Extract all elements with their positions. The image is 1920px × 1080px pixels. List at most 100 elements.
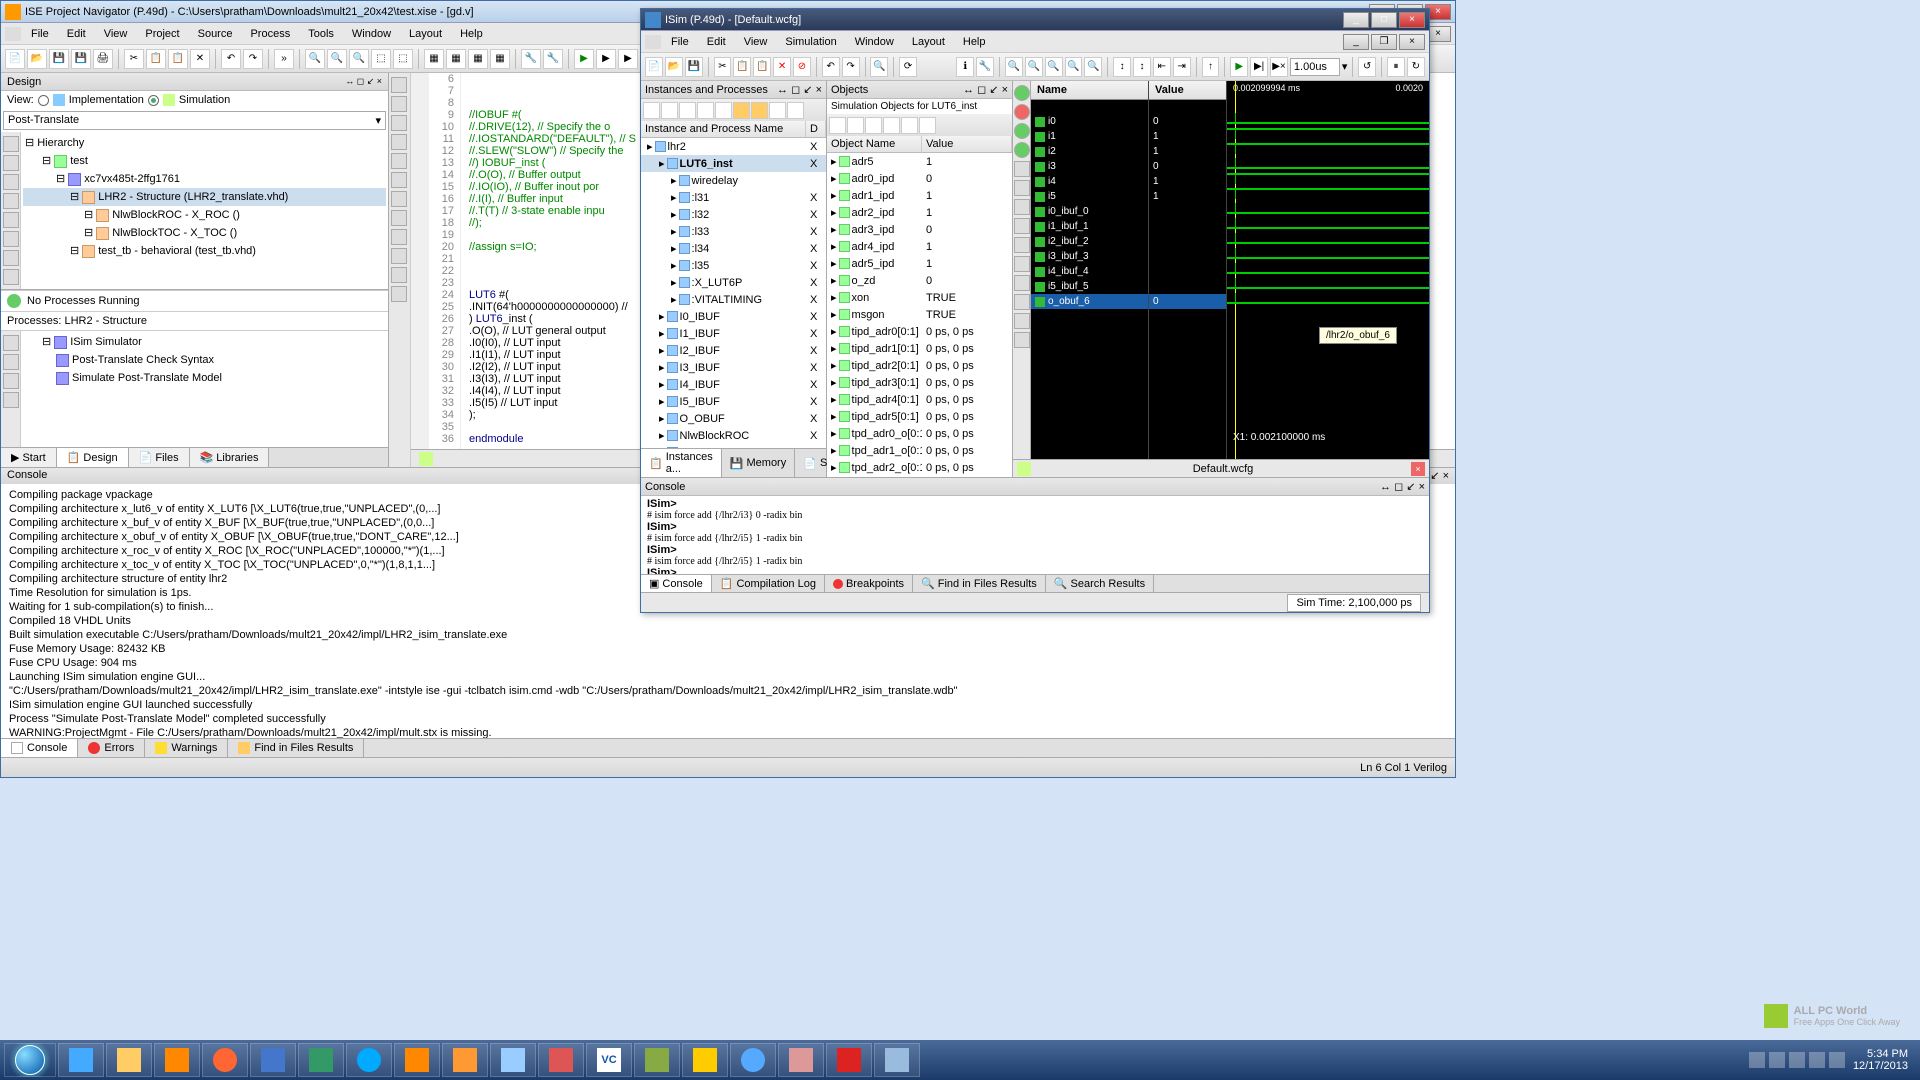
menu-view[interactable]: View xyxy=(96,26,136,42)
isim-min-button[interactable]: _ xyxy=(1343,12,1369,28)
new-button[interactable]: 📄 xyxy=(5,49,25,69)
inst-tb[interactable] xyxy=(751,102,768,119)
isim-menu-sim[interactable]: Simulation xyxy=(777,34,844,50)
isim-max-button[interactable]: □ xyxy=(1371,12,1397,28)
taskbar-app[interactable] xyxy=(442,1043,488,1077)
object-row[interactable]: ▸ tipd_adr5[0:1]0 ps, 0 ps xyxy=(827,408,1012,425)
obj-tb[interactable] xyxy=(883,117,900,134)
proc-icon[interactable] xyxy=(3,354,19,370)
isim-menu-help[interactable]: Help xyxy=(955,34,994,50)
instance-row[interactable]: ▸ wiredelay xyxy=(641,172,826,189)
instance-row[interactable]: ▸ I3_IBUFX xyxy=(641,359,826,376)
signal-name[interactable]: i5_ibuf_5 xyxy=(1031,279,1148,294)
inst-tb[interactable] xyxy=(679,102,696,119)
start-button[interactable] xyxy=(4,1043,56,1077)
taskbar-app[interactable] xyxy=(490,1043,536,1077)
tb-zoom[interactable]: 🔍 xyxy=(1025,57,1043,77)
side-icon[interactable] xyxy=(3,212,19,228)
tb-restart[interactable]: ↺ xyxy=(1358,57,1376,77)
isim-menu-layout[interactable]: Layout xyxy=(904,34,953,50)
tb-zoom[interactable]: 🔍 xyxy=(1065,57,1083,77)
obj-tb[interactable] xyxy=(847,117,864,134)
waveform-plot[interactable]: 0.002099994 ms 0.0020 /lhr2/o_obuf_6 X1:… xyxy=(1227,81,1429,459)
run2-button[interactable]: ▶ xyxy=(596,49,616,69)
isim-menu-file[interactable]: File xyxy=(663,34,697,50)
instance-row[interactable]: ▸ I0_IBUFX xyxy=(641,308,826,325)
editor-tool[interactable] xyxy=(391,153,407,169)
wave-tool[interactable] xyxy=(1014,294,1030,310)
redo-button[interactable]: ↷ xyxy=(243,49,263,69)
object-row[interactable]: ▸ adr0_ipd0 xyxy=(827,170,1012,187)
process-item[interactable]: Post-Translate Check Syntax xyxy=(23,351,386,369)
inst-tb[interactable] xyxy=(769,102,786,119)
tb-reload[interactable]: ⟳ xyxy=(899,57,917,77)
run3-button[interactable]: ▶ xyxy=(618,49,638,69)
process-item[interactable]: Simulate Post-Translate Model xyxy=(23,369,386,387)
object-row[interactable]: ▸ msgonTRUE xyxy=(827,306,1012,323)
menu-window[interactable]: Window xyxy=(344,26,399,42)
taskbar-app[interactable] xyxy=(778,1043,824,1077)
tb-paste[interactable]: 📋 xyxy=(753,57,771,77)
obj-tb[interactable] xyxy=(919,117,936,134)
taskbar-onenote[interactable] xyxy=(394,1043,440,1077)
side-icon[interactable] xyxy=(3,269,19,285)
layout4-button[interactable]: ▦ xyxy=(490,49,510,69)
console-tab[interactable]: Console xyxy=(1,739,78,757)
find3-button[interactable]: 🔍 xyxy=(349,49,369,69)
side-icon[interactable] xyxy=(3,250,19,266)
objname-col[interactable]: Object Name xyxy=(827,136,922,152)
isim-console[interactable]: ISim># isim force add {/lhr2/i3} 0 -radi… xyxy=(641,496,1429,574)
nav-button[interactable]: » xyxy=(274,49,294,69)
open-button[interactable]: 📂 xyxy=(27,49,47,69)
menu-source[interactable]: Source xyxy=(190,26,241,42)
sim-radio[interactable] xyxy=(148,95,159,106)
wave-tool[interactable] xyxy=(1014,180,1030,196)
object-row[interactable]: ▸ tpd_adr1_o[0:1]0 ps, 0 ps xyxy=(827,442,1012,459)
isim-close-button[interactable]: × xyxy=(1399,12,1425,28)
menu-project[interactable]: Project xyxy=(137,26,187,42)
wave-tool[interactable] xyxy=(1014,256,1030,272)
run-time-input[interactable] xyxy=(1290,58,1340,76)
tb-cursor[interactable]: ↕ xyxy=(1133,57,1151,77)
process-item[interactable]: ⊟ ISim Simulator xyxy=(23,333,386,351)
signal-name[interactable]: o_obuf_6 xyxy=(1031,294,1148,309)
wave-tool[interactable] xyxy=(1014,123,1030,139)
signal-name[interactable]: i2_ibuf_2 xyxy=(1031,234,1148,249)
editor-tool[interactable] xyxy=(391,210,407,226)
instance-row[interactable]: ▸ I5_IBUFX xyxy=(641,393,826,410)
tb-info[interactable]: ℹ xyxy=(956,57,974,77)
panel-pins[interactable]: ↔ ◻ ↙ × xyxy=(345,76,382,87)
save-button[interactable]: 💾 xyxy=(49,49,69,69)
instance-row[interactable]: ▸ O_OBUFX xyxy=(641,410,826,427)
paste-button[interactable]: 📋 xyxy=(168,49,188,69)
object-row[interactable]: ▸ adr2_ipd1 xyxy=(827,204,1012,221)
translate-dropdown[interactable]: Post-Translate▾ xyxy=(3,111,386,130)
proc-icon[interactable] xyxy=(3,392,19,408)
menu-help[interactable]: Help xyxy=(452,26,491,42)
findres-tab[interactable]: 🔍 Find in Files Results xyxy=(913,575,1046,592)
signal-name[interactable]: i3_ibuf_3 xyxy=(1031,249,1148,264)
tree-item[interactable]: ⊟ xc7vx485t-2ffg1761 xyxy=(23,170,386,188)
inst-tb[interactable] xyxy=(661,102,678,119)
instance-row[interactable]: ▸ :l33X xyxy=(641,223,826,240)
find-tab[interactable]: Find in Files Results xyxy=(228,739,364,757)
side-icon[interactable] xyxy=(3,231,19,247)
editor-tool[interactable] xyxy=(391,229,407,245)
mdi-close[interactable]: × xyxy=(1399,34,1425,50)
signal-name[interactable]: i1 xyxy=(1031,129,1148,144)
object-row[interactable]: ▸ tipd_adr1[0:1]0 ps, 0 ps xyxy=(827,340,1012,357)
signal-name[interactable]: i0 xyxy=(1031,114,1148,129)
tree-item[interactable]: ⊟ NlwBlockROC - X_ROC () xyxy=(23,206,386,224)
objval-col[interactable]: Value xyxy=(922,136,1012,152)
taskbar-publisher[interactable] xyxy=(298,1043,344,1077)
object-row[interactable]: ▸ xonTRUE xyxy=(827,289,1012,306)
instance-row[interactable]: ▸ I2_IBUFX xyxy=(641,342,826,359)
time-dropdown[interactable]: ▾ xyxy=(1342,60,1348,73)
mdi-min[interactable]: _ xyxy=(1343,34,1369,50)
taskbar-app[interactable] xyxy=(634,1043,680,1077)
wave-tool[interactable] xyxy=(1014,313,1030,329)
wave-tool[interactable] xyxy=(1014,85,1030,101)
tb-open[interactable]: 📂 xyxy=(665,57,683,77)
taskbar-app[interactable] xyxy=(730,1043,776,1077)
taskbar-wmp[interactable] xyxy=(154,1043,200,1077)
